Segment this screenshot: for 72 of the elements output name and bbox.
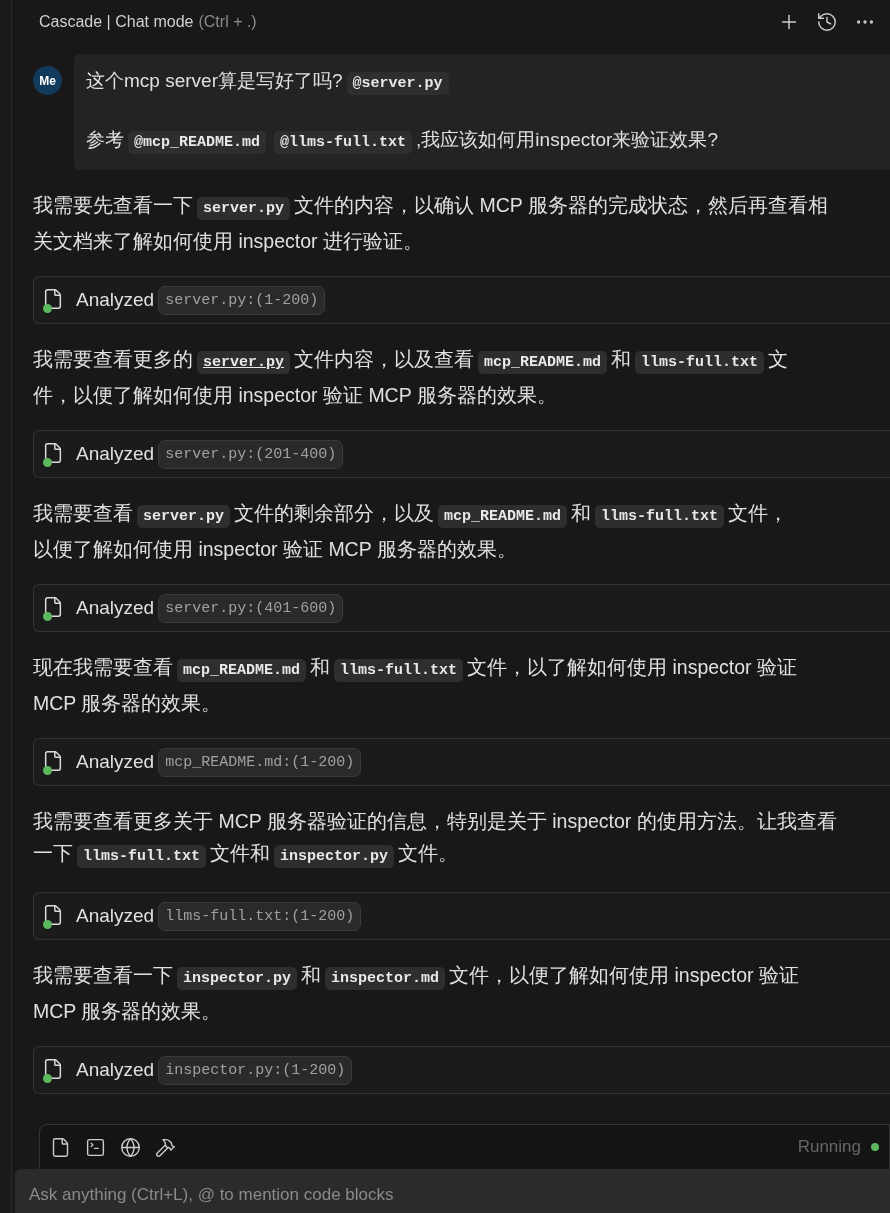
user-avatar: Me — [33, 66, 62, 95]
file-reference: mcp_README.md — [438, 505, 568, 528]
message-text: 和 — [611, 348, 632, 370]
message-text: 和 — [571, 502, 592, 524]
message-text: 一下 — [33, 842, 73, 864]
analyzed-card[interactable]: Analyzed server.py:(1-200) — [33, 276, 890, 324]
file-range: server.py:(201-400) — [158, 439, 344, 469]
message-text: 和 — [310, 656, 331, 678]
status-text: Running — [797, 1137, 861, 1157]
message-text: 件，以便了解如何使用 inspector 验证 MCP 服务器的效果。 — [33, 384, 557, 406]
message-text: 我需要查看更多的 — [33, 348, 193, 370]
message-text: MCP 服务器的效果。 — [33, 1000, 222, 1022]
file-reference: inspector.py — [177, 967, 298, 990]
terminal-icon[interactable] — [85, 1136, 106, 1158]
shortcut-hint: (Ctrl + .) — [198, 13, 257, 31]
message-text: 我需要查看 — [33, 502, 133, 524]
action-label: Analyzed — [76, 1059, 155, 1081]
message-text: 以便了解如何使用 inspector 验证 MCP 服务器的效果。 — [33, 538, 517, 560]
message-text: 关文档来了解如何使用 inspector 进行验证。 — [33, 230, 423, 252]
message-text: 文件的内容，以确认 MCP 服务器的完成状态，然后再查看相 — [294, 194, 828, 216]
file-mention[interactable]: @server.py — [346, 72, 449, 95]
panel-title: Cascade | Chat mode — [39, 13, 194, 31]
file-range: llms-full.txt:(1-200) — [158, 901, 362, 931]
file-mention[interactable]: @llms-full.txt — [274, 131, 413, 154]
action-label: Analyzed — [76, 289, 155, 311]
message-text: 文件， — [728, 502, 789, 524]
file-reference: llms-full.txt — [77, 845, 207, 868]
message-text: ,我应该如何用inspector来验证效果? — [416, 129, 718, 150]
message-text: 现在我需要查看 — [33, 656, 173, 678]
analyzed-card[interactable]: Analyzed server.py:(201-400) — [33, 430, 890, 478]
message-text: 这个mcp server算是写好了吗? — [86, 70, 343, 91]
history-icon[interactable] — [816, 11, 838, 33]
file-reference: llms-full.txt — [595, 505, 725, 528]
action-label: Analyzed — [76, 751, 155, 773]
file-reference: llms-full.txt — [334, 659, 464, 682]
message-text: 文件。 — [398, 842, 459, 864]
file-reference: inspector.py — [274, 845, 395, 868]
action-label: Analyzed — [76, 597, 155, 619]
action-label: Analyzed — [76, 905, 155, 927]
message-text: 文件内容，以及查看 — [294, 348, 474, 370]
file-reference: server.py — [197, 197, 290, 220]
message-text: 文件，以了解如何使用 inspector 验证 — [467, 656, 798, 678]
message-text: 文件和 — [210, 842, 271, 864]
file-reference: mcp_README.md — [478, 351, 608, 374]
message-text: MCP 服务器的效果。 — [33, 692, 222, 714]
file-mention[interactable]: @mcp_README.md — [128, 131, 267, 154]
message-text: 和 — [301, 964, 322, 986]
message-text: 参考 — [86, 129, 124, 150]
message-text: 我需要先查看一下 — [33, 194, 193, 216]
action-label: Analyzed — [76, 443, 155, 465]
file-reference: inspector.md — [325, 967, 446, 990]
message-text: 文件的剩余部分，以及 — [234, 502, 434, 524]
message-text: 我需要查看一下 — [33, 964, 173, 986]
file-range: inspector.py:(1-200) — [158, 1055, 353, 1085]
file-reference: mcp_README.md — [177, 659, 307, 682]
file-reference: llms-full.txt — [635, 351, 765, 374]
file-range: server.py:(401-600) — [158, 593, 344, 623]
file-reference: server.py — [137, 505, 230, 528]
analyzed-card[interactable]: Analyzed inspector.py:(1-200) — [33, 1046, 890, 1094]
chat-input[interactable]: Ask anything (Ctrl+L), @ to mention code blocks — [15, 1169, 890, 1213]
file-range: server.py:(1-200) — [158, 285, 326, 315]
file-link[interactable]: server.py — [197, 351, 290, 374]
analyzed-card[interactable]: Analyzed llms-full.txt:(1-200) — [33, 892, 890, 940]
analyzed-card[interactable]: Analyzed server.py:(401-600) — [33, 584, 890, 632]
message-text: 文 — [768, 348, 789, 370]
analyzed-card[interactable]: Analyzed mcp_README.md:(1-200) — [33, 738, 890, 786]
hammer-icon[interactable] — [155, 1136, 176, 1158]
message-text: 我需要查看更多关于 MCP 服务器验证的信息，特别是关于 inspector 的使用方法。让我查看 — [33, 810, 837, 832]
message-text: 文件，以便了解如何使用 inspector 验证 — [449, 964, 800, 986]
file-range: mcp_README.md:(1-200) — [158, 747, 362, 777]
file-icon[interactable] — [50, 1136, 71, 1158]
globe-icon[interactable] — [120, 1136, 141, 1158]
